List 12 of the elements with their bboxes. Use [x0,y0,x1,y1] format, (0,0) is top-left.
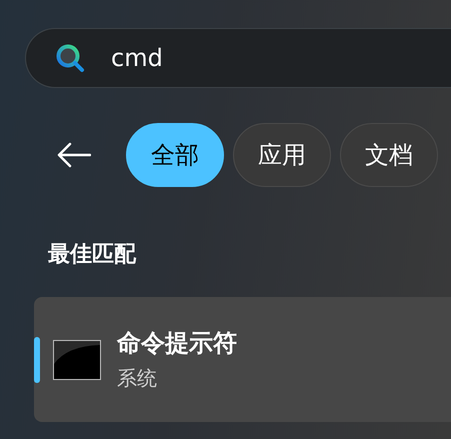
result-title: 命令提示符 [117,328,237,359]
search-icon [55,43,85,73]
filter-tab[interactable]: 全部 [126,123,224,187]
filter-tab[interactable]: 应用 [233,123,331,187]
terminal-icon [53,340,101,380]
search-input[interactable]: cmd [111,44,411,72]
result-item[interactable]: 命令提示符 系统 [34,297,451,422]
back-arrow-icon[interactable] [57,142,91,168]
result-subtitle: 系统 [117,365,158,392]
filter-tab[interactable]: 文档 [340,123,438,187]
section-heading: 最佳匹配 [48,241,136,269]
search-box[interactable]: cmd [25,28,451,88]
